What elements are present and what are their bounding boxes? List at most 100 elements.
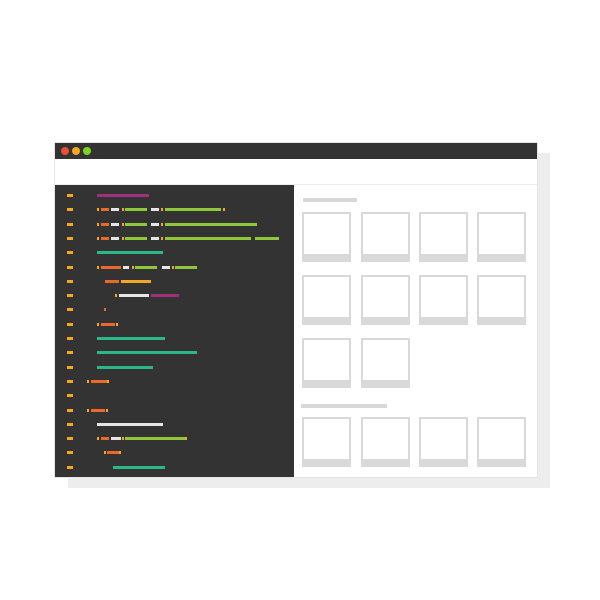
thumbnail-card[interactable] [361, 275, 410, 325]
code-line [55, 308, 294, 312]
code-token [123, 265, 129, 269]
thumbnail-card[interactable] [361, 212, 410, 262]
code-token [122, 208, 124, 212]
thumbnail-card[interactable] [361, 417, 410, 467]
code-line [55, 265, 294, 269]
close-dot-icon[interactable] [61, 147, 69, 155]
code-line [55, 351, 294, 355]
maximize-dot-icon[interactable] [83, 147, 91, 155]
line-number-marker [67, 279, 73, 283]
code-token [132, 265, 134, 269]
code-token [107, 379, 109, 383]
code-token [101, 322, 115, 326]
thumbnail-caption-placeholder [361, 254, 410, 262]
line-number-marker [67, 194, 73, 197]
code-line [55, 194, 294, 197]
code-token [116, 322, 118, 326]
thumbnail-card[interactable] [419, 275, 468, 325]
code-line [55, 437, 294, 441]
thumbnail-card[interactable] [361, 338, 410, 388]
browser-window [55, 143, 537, 477]
thumbnail-caption-placeholder [302, 380, 351, 388]
code-token [161, 208, 163, 212]
code-token [125, 222, 147, 226]
thumbnail-card[interactable] [477, 275, 526, 325]
code-line [55, 408, 294, 412]
code-token [185, 437, 187, 441]
code-token [87, 379, 89, 383]
code-token [223, 208, 225, 212]
line-number-marker [67, 308, 73, 312]
section-heading-placeholder [301, 404, 387, 408]
code-token [161, 236, 163, 240]
code-line [55, 394, 294, 398]
code-token [97, 322, 99, 326]
code-token [97, 194, 149, 197]
code-token [97, 365, 153, 369]
code-token [165, 208, 221, 212]
code-token [255, 236, 279, 240]
thumbnail-card[interactable] [302, 212, 351, 262]
thumbnail-card[interactable] [419, 417, 468, 467]
code-token [125, 208, 147, 212]
code-line [55, 379, 294, 383]
thumbnail-card[interactable] [302, 338, 351, 388]
thumbnail-card[interactable] [302, 417, 351, 467]
code-line [55, 222, 294, 226]
code-token [101, 236, 109, 240]
minimize-dot-icon[interactable] [72, 147, 80, 155]
code-token [97, 422, 163, 426]
thumbnail-card[interactable] [302, 275, 351, 325]
line-number-marker [67, 251, 73, 255]
code-token [97, 337, 165, 340]
code-token [107, 451, 119, 455]
line-number-marker [67, 294, 73, 298]
code-token [105, 279, 119, 283]
thumbnail-card[interactable] [477, 212, 526, 262]
thumbnail-caption-placeholder [419, 254, 468, 262]
code-token [151, 294, 179, 298]
code-token [119, 451, 121, 455]
code-token [162, 265, 170, 269]
thumbnail-card[interactable] [419, 212, 468, 262]
section-heading-placeholder [303, 198, 357, 202]
line-number-marker [67, 408, 73, 412]
code-token [161, 222, 163, 226]
code-token [106, 408, 108, 412]
code-token [101, 222, 109, 226]
thumbnail-card[interactable] [477, 417, 526, 467]
code-line [55, 322, 294, 326]
code-token [175, 265, 197, 269]
code-token [101, 265, 121, 269]
code-token [104, 308, 106, 312]
code-line [55, 236, 294, 240]
code-token [91, 408, 105, 412]
thumbnail-caption-placeholder [477, 317, 526, 325]
code-line [55, 422, 294, 426]
line-number-marker [67, 365, 73, 369]
line-number-marker [67, 394, 73, 398]
code-token [97, 251, 163, 255]
code-token [125, 236, 147, 240]
code-token [121, 279, 151, 283]
code-editor-pane[interactable] [55, 185, 294, 477]
code-line [55, 279, 294, 283]
line-number-marker [67, 379, 73, 383]
code-token [111, 236, 119, 240]
code-token [87, 408, 89, 412]
code-token [125, 437, 185, 441]
line-number-marker [67, 337, 73, 340]
thumbnail-caption-placeholder [419, 317, 468, 325]
code-token [122, 437, 124, 441]
line-number-marker [67, 322, 73, 326]
code-token [122, 236, 124, 240]
code-line [55, 337, 294, 340]
code-token [101, 208, 109, 212]
code-token [111, 437, 121, 441]
code-line [55, 294, 294, 298]
address-bar[interactable] [55, 159, 537, 185]
line-number-marker [67, 351, 73, 355]
code-token [97, 265, 99, 269]
thumbnail-caption-placeholder [302, 459, 351, 467]
code-token [151, 208, 159, 212]
